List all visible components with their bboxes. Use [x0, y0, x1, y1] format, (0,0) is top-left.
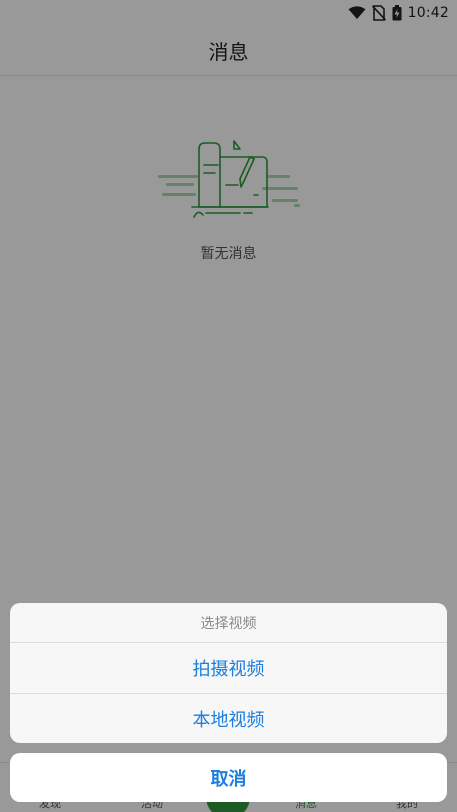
local-video-button[interactable]: 本地视频 [10, 693, 447, 743]
record-video-button[interactable]: 拍摄视频 [10, 643, 447, 693]
screen: 10:42 消息 暂无消息 发现 活动 消息 我的 选择视频 拍摄视频 本地视频… [0, 0, 457, 812]
cancel-button[interactable]: 取消 [10, 753, 447, 802]
action-sheet-title: 选择视频 [10, 603, 447, 643]
action-sheet: 选择视频 拍摄视频 本地视频 [10, 603, 447, 743]
